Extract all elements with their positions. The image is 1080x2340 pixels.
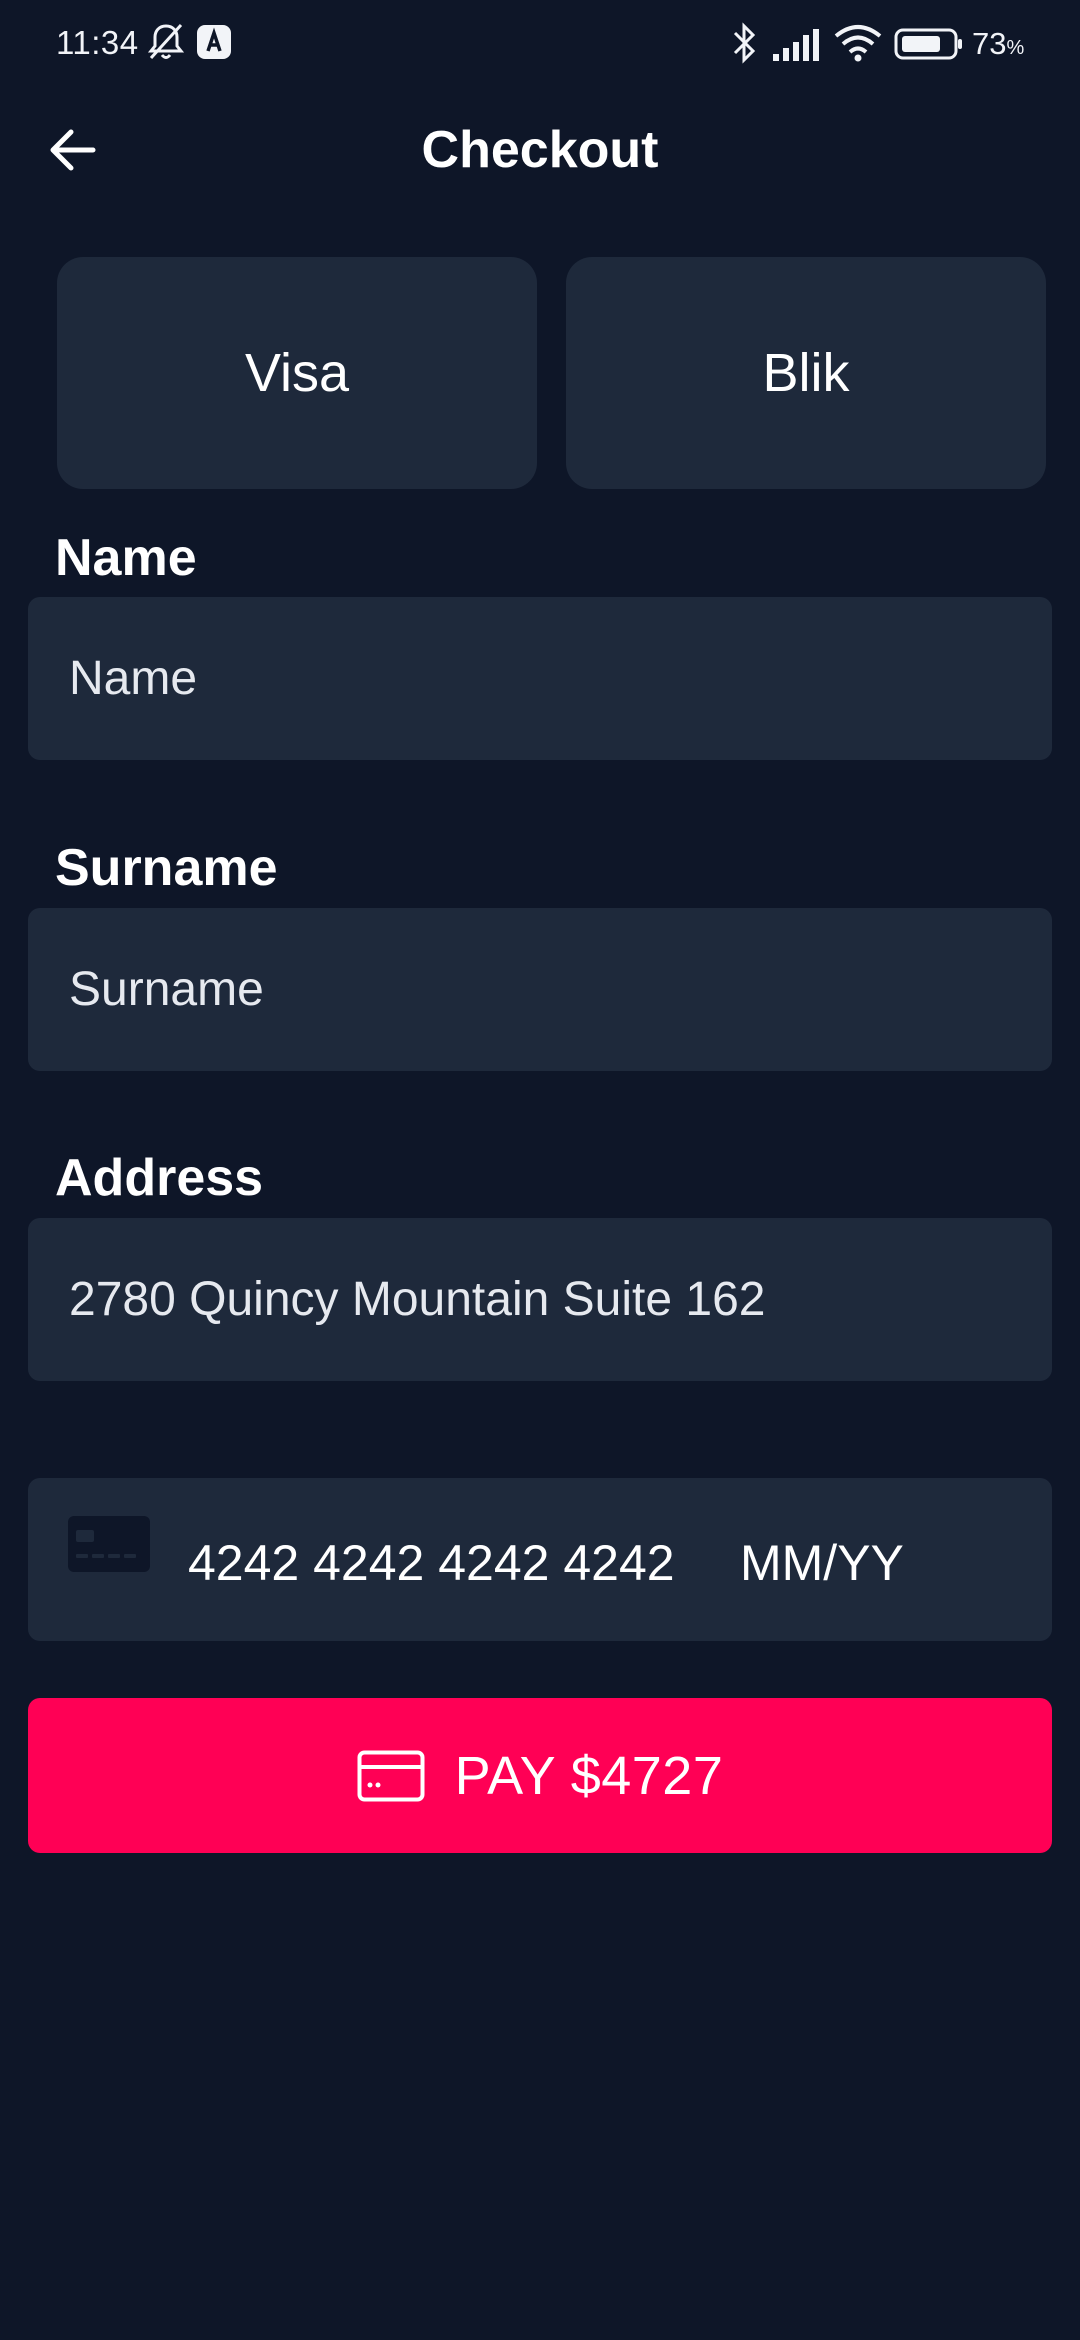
pay-button-label: PAY $4727 — [454, 1745, 724, 1806]
card-number-field[interactable]: 4242 4242 4242 4242 — [188, 1534, 675, 1592]
status-time: 11:34 — [56, 24, 139, 61]
payment-method-visa[interactable]: Visa — [57, 257, 537, 489]
status-bar: 11:34 73% — [0, 0, 1080, 90]
card-icon — [357, 1750, 425, 1801]
address-input[interactable] — [28, 1218, 1052, 1381]
page-title: Checkout — [421, 121, 659, 179]
bell-off-icon — [148, 23, 184, 60]
address-label: Address — [55, 1149, 264, 1207]
back-button[interactable] — [40, 118, 104, 182]
arrow-left-icon — [50, 129, 96, 171]
wifi-icon — [834, 25, 882, 62]
card-input[interactable]: 4242 4242 4242 4242 MM/YY — [28, 1478, 1052, 1641]
surname-input[interactable] — [28, 908, 1052, 1071]
battery-percent: 73% — [972, 26, 1025, 61]
name-label: Name — [55, 529, 197, 587]
signal-icon — [773, 29, 819, 61]
app-notification-icon — [197, 25, 231, 59]
name-input[interactable] — [28, 597, 1052, 760]
battery-icon — [894, 28, 962, 60]
payment-method-blik[interactable]: Blik — [566, 257, 1046, 489]
bluetooth-icon — [733, 22, 756, 64]
card-expiry-field[interactable]: MM/YY — [740, 1534, 904, 1592]
surname-label: Surname — [55, 839, 278, 897]
credit-card-icon — [68, 1516, 150, 1572]
payment-method-blik-label: Blik — [762, 343, 850, 403]
payment-method-visa-label: Visa — [244, 343, 350, 403]
pay-button[interactable]: PAY $4727 — [28, 1698, 1052, 1853]
